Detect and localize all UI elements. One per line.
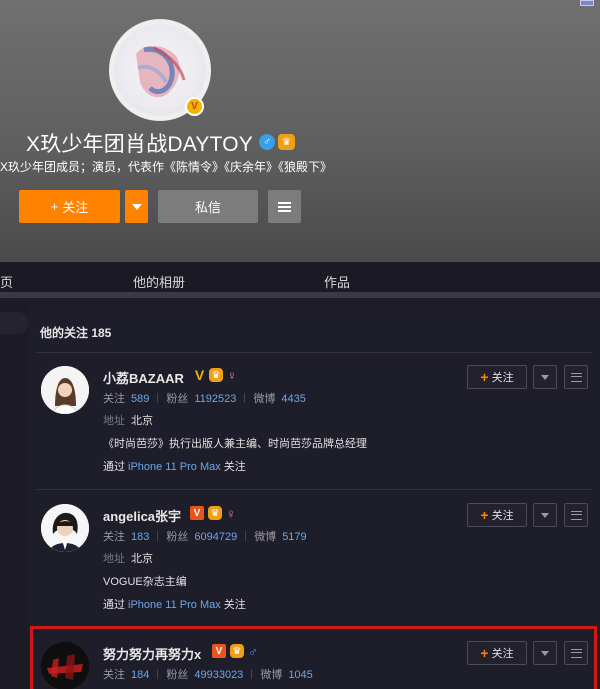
- user-description: 《时尚芭莎》执行出版人兼主编、时尚芭莎品牌总经理: [103, 438, 367, 450]
- message-button[interactable]: 私信: [158, 190, 258, 223]
- follow-user-button[interactable]: + 关注: [467, 503, 527, 527]
- follow-options-button[interactable]: [125, 190, 148, 223]
- window-corner-icon: [580, 0, 594, 6]
- profile-bio: X玖少年团成员；演员，代表作《陈情令》《庆余年》《狼殿下》: [0, 160, 333, 174]
- verified-v-icon: V: [190, 506, 204, 520]
- vip-crown-icon: ♛: [278, 134, 295, 150]
- fans-count[interactable]: 6094729: [194, 531, 237, 543]
- user-name[interactable]: 小荔BAZAAR: [103, 368, 184, 387]
- verified-v-icon: V: [194, 367, 205, 383]
- device-link[interactable]: iPhone 11 Pro Max: [128, 461, 221, 473]
- follow-options-button[interactable]: [533, 365, 557, 389]
- caret-down-icon: [541, 512, 549, 518]
- follow-source: 通过 iPhone 11 Pro Max 关注: [103, 461, 246, 473]
- weibo-count[interactable]: 4435: [281, 393, 305, 405]
- following-count-title: 他的关注 185: [40, 326, 112, 340]
- follow-source: 通过 iPhone 11 Pro Max 关注: [103, 599, 246, 611]
- user-stats: 关注 183 粉丝 6094729 微博 5179: [103, 531, 307, 543]
- left-gutter: [0, 304, 28, 689]
- plus-icon: +: [480, 369, 489, 385]
- follow-options-button[interactable]: [533, 503, 557, 527]
- tab-works[interactable]: 作品: [324, 272, 350, 291]
- menu-icon: [570, 510, 582, 520]
- follow-button[interactable]: + 关注: [19, 190, 120, 223]
- tab-albums[interactable]: 他的相册: [133, 272, 185, 291]
- user-description: VOGUE杂志主编: [103, 576, 187, 588]
- follow-button-label: 关注: [62, 200, 89, 215]
- menu-icon: [570, 372, 582, 382]
- plus-icon: +: [50, 199, 59, 214]
- menu-icon: [278, 201, 291, 212]
- fans-count[interactable]: 1192523: [194, 393, 236, 405]
- list-item: 小荔BAZAAR V ♛ ♀ 关注 589 粉丝 1192523 微博 4435 地址 北京…: [28, 352, 600, 482]
- more-menu-button[interactable]: [564, 503, 588, 527]
- avatar[interactable]: [41, 504, 89, 552]
- more-menu-button[interactable]: [268, 190, 301, 223]
- user-location: 地址 北京: [103, 553, 153, 565]
- verified-badge-icon: V: [185, 97, 204, 116]
- vip-crown-icon: ♛: [209, 368, 223, 382]
- female-icon: ♀: [226, 505, 236, 521]
- profile-name: X玖少年团肖战DAYTOY: [26, 133, 254, 156]
- avatar[interactable]: [41, 366, 89, 414]
- gutter-tab: [0, 312, 28, 334]
- tab-home[interactable]: 页: [0, 272, 13, 291]
- following-panel: 他的关注 185 小荔BAZAAR V ♛ ♀ 关注 589 粉丝 1192523 微博…: [28, 314, 600, 689]
- message-button-label: 私信: [194, 200, 221, 215]
- female-icon: ♀: [227, 367, 237, 383]
- plus-icon: +: [480, 507, 489, 523]
- caret-down-icon: [541, 374, 549, 380]
- user-name[interactable]: angelica张宇: [103, 506, 181, 525]
- more-menu-button[interactable]: [564, 365, 588, 389]
- highlight-box: [30, 626, 597, 689]
- user-location: 地址 北京: [103, 415, 153, 427]
- device-link[interactable]: iPhone 11 Pro Max: [128, 599, 221, 611]
- profile-tabs: 页 他的相册 作品: [0, 262, 600, 298]
- profile-header: V X玖少年团肖战DAYTOY ♂ ♛ X玖少年团成员；演员，代表作《陈情令》《…: [0, 0, 600, 262]
- follow-user-button[interactable]: + 关注: [467, 365, 527, 389]
- list-item: angelica张宇 V ♛ ♀ 关注 183 粉丝 6094729 微博 5179 地址…: [28, 490, 600, 620]
- following-count[interactable]: 589: [131, 393, 149, 405]
- user-stats: 关注 589 粉丝 1192523 微博 4435: [103, 393, 306, 405]
- following-count[interactable]: 183: [131, 531, 149, 543]
- caret-down-icon: [131, 203, 142, 210]
- weibo-count[interactable]: 5179: [282, 531, 306, 543]
- male-icon: ♂: [259, 134, 275, 150]
- vip-crown-icon: ♛: [208, 506, 222, 520]
